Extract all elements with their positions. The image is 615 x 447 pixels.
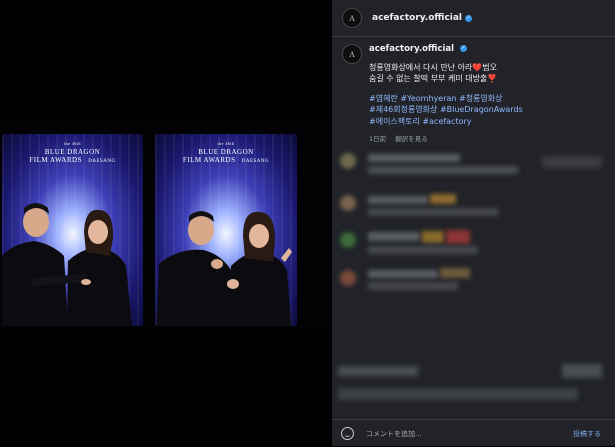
blurred-comment-text [338,366,418,376]
couple-photo [157,211,292,326]
blurred-comment-text [422,231,444,243]
caption-avatar[interactable]: A [342,44,362,64]
blurred-comment-text [430,194,456,204]
caption-username-row: acefactory.official ✓ [369,44,607,56]
caption-text-line-2: 숨길 수 없는 찰떡 부부 케미 대방출❣️ [369,74,498,83]
blurred-comment-text [440,268,470,278]
blurred-comment-text [368,196,428,204]
blurred-comment-text [368,154,460,162]
verified-badge-icon: ✓ [465,14,473,22]
hashtag-line-1[interactable]: #염혜란 #Yeomhyeran #청룡영화상 [369,93,607,105]
blurred-comment-text [446,230,470,244]
post-time[interactable]: 1日前 [369,135,386,143]
blurred-comment-text [338,388,578,400]
hashtags: #염혜란 #Yeomhyeran #청룡영화상 #제46회청룡영화상 #Blue… [369,93,607,128]
caption-text-line-1: 청룡영화상에서 다시 만난 아라❤️범오 [369,62,497,72]
header-username[interactable]: acefactory.official [372,13,462,23]
blurred-comment-text [562,364,602,378]
blurred-comment-avatar [340,232,356,248]
blurred-comment-text [368,208,498,216]
couple-photo [2,203,132,326]
caption-body: acefactory.official ✓ 청룡영화상에서 다시 만난 아라❤️… [369,44,607,146]
blurred-comment-text [542,156,602,168]
blurred-comment-text [368,232,420,241]
blurred-comment-avatar [340,270,356,286]
hashtag-line-2[interactable]: #제46회청룡영화상 #BlueDragonAwards [369,104,607,116]
hashtag-line-3[interactable]: #에이스팩토리 #acefactory [369,116,607,128]
account-avatar[interactable]: A [342,8,362,28]
comment-input[interactable] [364,428,567,439]
post-comment-button[interactable]: 投稿する [567,428,607,440]
emoji-icon[interactable] [341,427,354,440]
post-side-panel: A acefactory.official ✓ A acefactory.off… [332,0,615,446]
blurred-comment-text [368,246,478,254]
photo-booth-card-left: the 46th BLUE DRAGON FILM AWARDS DAESANG [2,134,143,326]
comment-bar: 投稿する [332,419,615,447]
blurred-comment-avatar [340,153,356,169]
caption-username[interactable]: acefactory.official [369,44,454,54]
award-logo: the 46th BLUE DRAGON FILM AWARDS DAESANG [182,141,270,164]
verified-badge-icon: ✓ [460,45,467,52]
instagram-post-viewer: the 46th BLUE DRAGON FILM AWARDS DAESANG [0,0,615,446]
blurred-comment-avatar [340,195,356,211]
blurred-comment-text [368,166,518,174]
translate-link[interactable]: 翻訳を見る [395,135,428,143]
award-logo: the 46th BLUE DRAGON FILM AWARDS DAESANG [29,141,116,164]
post-header: A acefactory.official ✓ [332,0,615,37]
post-media[interactable]: the 46th BLUE DRAGON FILM AWARDS DAESANG [0,0,332,446]
blurred-comment-text [368,270,438,278]
blurred-comment-text [368,282,458,290]
caption: A acefactory.official ✓ 청룡영화상에서 다시 만난 아라… [342,44,607,146]
photo-booth-card-right: the 46th BLUE DRAGON FILM AWARDS DAESANG [155,134,297,326]
caption-meta: 1日前 翻訳を見る [369,134,607,146]
